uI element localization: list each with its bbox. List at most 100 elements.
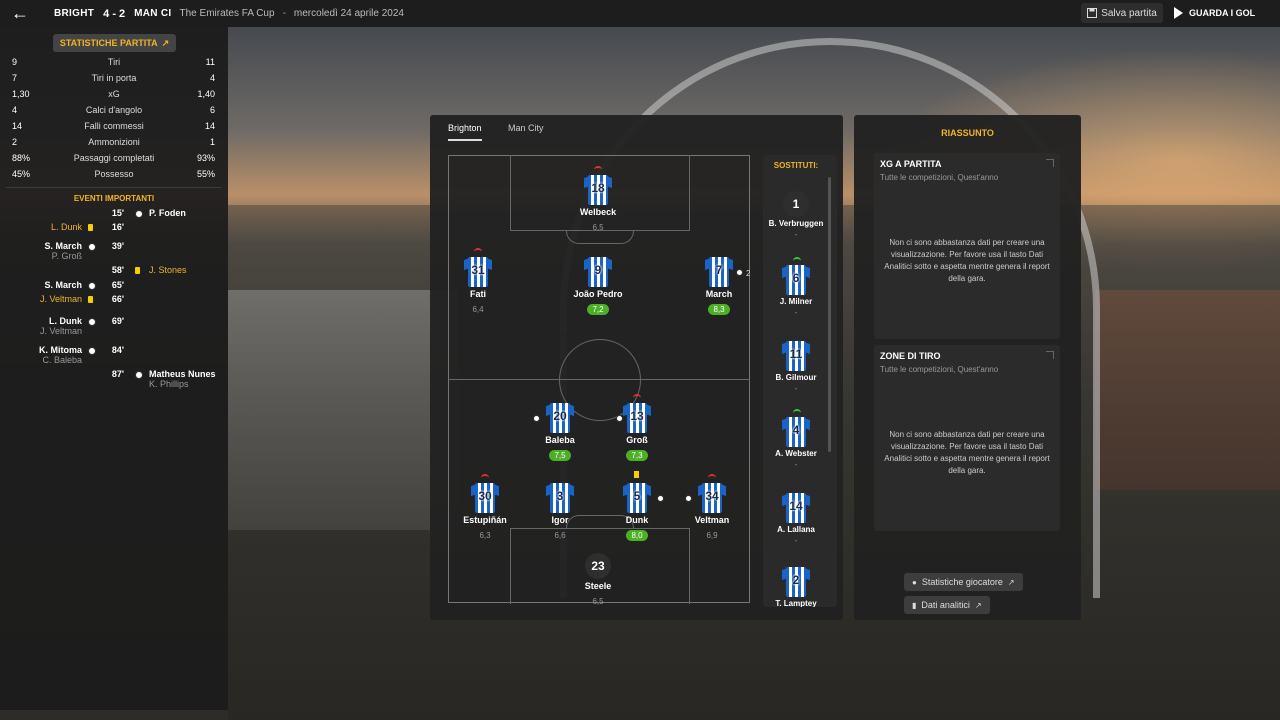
player-rating: 6,5 xyxy=(592,597,604,606)
shirt-icon: 31 xyxy=(464,257,492,287)
ball-icon xyxy=(88,318,96,326)
stat-row: 45% Possesso 55% xyxy=(0,166,228,182)
player-rating: - xyxy=(794,308,798,317)
player-name: B. Gilmour xyxy=(775,373,817,382)
player-stats-button[interactable]: ● Statistiche giocatore ↗ xyxy=(904,573,1023,591)
player-rating: 8,0 xyxy=(626,530,648,541)
person-icon: ● xyxy=(912,577,917,587)
back-button[interactable]: ← xyxy=(0,0,40,27)
watch-goals-label: GUARDA I GOL xyxy=(1189,8,1256,18)
expand-icon: ↗ xyxy=(161,37,170,48)
shirt-number: 20 xyxy=(553,409,567,423)
event-player-name: K. Mitoma xyxy=(38,345,82,355)
play-icon xyxy=(1174,7,1183,19)
ball-icon xyxy=(88,282,96,290)
yellow-card-icon xyxy=(88,296,93,303)
shirt-icon: 34 xyxy=(698,483,726,513)
event-minute: 65' xyxy=(111,280,124,290)
stat-label: Tiri xyxy=(107,57,121,67)
goal-ball-icon xyxy=(685,495,692,502)
player-name: Steele xyxy=(584,581,612,591)
event-item: Matheus Nunes K. Phillips xyxy=(149,369,216,389)
analytics-button[interactable]: ▮ Dati analitici ↗ xyxy=(904,596,990,614)
shirt-icon: 14 xyxy=(782,493,810,523)
player-baleba[interactable]: 20 Baleba 7,5 xyxy=(525,403,595,463)
player-name: Welbeck xyxy=(579,207,617,217)
player-rating: 7,3 xyxy=(626,450,648,461)
player-veltman[interactable]: 34 Veltman 6,9 xyxy=(677,474,747,543)
away-stat-value: 1,40 xyxy=(197,89,215,99)
player-dunk[interactable]: 5 Dunk 8,0 xyxy=(602,471,672,543)
match-score: 4 - 2 xyxy=(103,7,126,20)
player-name: Groß xyxy=(626,435,648,445)
event-minute: 69' xyxy=(111,316,124,326)
player-rating: 6,6 xyxy=(554,531,566,540)
yellow-card-icon xyxy=(135,267,140,274)
save-match-button[interactable]: Salva partita xyxy=(1081,3,1163,23)
substitutes-title: SOSTITUTI: xyxy=(773,161,819,170)
stat-row: 1,30 xG 1,40 xyxy=(0,86,228,102)
substitute-bgilmour[interactable]: 11 B. Gilmour - xyxy=(763,341,829,393)
stat-row: 88% Passaggi completati 93% xyxy=(0,150,228,166)
event-player-name: L. Dunk xyxy=(50,222,82,232)
xg-card: XG A PARTITA Tutte le competizioni, Ques… xyxy=(874,153,1060,339)
shirt-icon: 6 xyxy=(782,265,810,295)
player-igor[interactable]: 3 Igor 6,6 xyxy=(525,483,595,543)
player-welbeck[interactable]: 18 Welbeck 6,5 xyxy=(563,166,633,235)
event-minute: 87' xyxy=(111,369,124,379)
player-fati[interactable]: 31 Fati 6,4 xyxy=(443,248,513,317)
shirt-number: 18 xyxy=(591,181,605,195)
player-estupin[interactable]: 30 Estupiñán 6,3 xyxy=(450,474,520,543)
player-name: Veltman xyxy=(694,515,730,525)
title-separator: - xyxy=(282,8,286,19)
shirt-icon: 7 xyxy=(705,257,733,287)
shirt-icon: 3 xyxy=(546,483,574,513)
event-player-name: Matheus Nunes xyxy=(149,369,216,379)
shirt-icon: 9 xyxy=(584,257,612,287)
shirt-icon: 4 xyxy=(782,417,810,447)
substitute-alallana[interactable]: 14 A. Lallana - xyxy=(763,493,829,545)
player-name: João Pedro xyxy=(573,289,623,299)
event-minute: 39' xyxy=(111,241,124,251)
watch-goals-button[interactable]: GUARDA I GOL xyxy=(1170,3,1280,23)
player-march[interactable]: 7 March 8,3 2 xyxy=(684,257,754,317)
substituted-on-icon xyxy=(793,257,801,261)
shirt-number: 4 xyxy=(792,423,800,437)
shirt-icon: 11 xyxy=(782,341,810,371)
player-name: March xyxy=(705,289,733,299)
goal-count: 2 xyxy=(746,269,751,278)
tab-brighton[interactable]: Brighton xyxy=(448,123,482,141)
shirt-number: 5 xyxy=(633,489,641,503)
top-bar: ← BRIGHT 4 - 2 MAN CI The Emirates FA Cu… xyxy=(0,0,1280,27)
tab-man-city[interactable]: Man City xyxy=(508,123,544,141)
player-gro[interactable]: 13 Groß 7,3 xyxy=(602,394,672,463)
stat-label: Falli commessi xyxy=(84,121,144,131)
event-player-name: S. March xyxy=(44,241,82,251)
substitute-bverbruggen[interactable]: 1 B. Verbruggen - xyxy=(763,191,829,239)
shirt-number: 3 xyxy=(556,489,564,503)
event-player-name: J. Veltman xyxy=(39,294,82,304)
player-name: Fati xyxy=(469,289,486,299)
shot-zones-card-title: ZONE DI TIRO xyxy=(880,351,941,361)
event-minute: 15' xyxy=(111,208,124,218)
xg-card-subtitle: Tutte le competizioni, Quest'anno xyxy=(880,173,999,182)
shirt-icon: 18 xyxy=(584,175,612,205)
stat-label: Passaggi completati xyxy=(73,153,155,163)
player-steele[interactable]: 23 Steele 6,5 xyxy=(563,553,633,609)
expand-icon[interactable] xyxy=(1046,159,1054,167)
shirt-number: 6 xyxy=(792,271,800,285)
key-events-title: EVENTI IMPORTANTI xyxy=(73,194,155,203)
substitute-jmilner[interactable]: 6 J. Milner - xyxy=(763,257,829,317)
substitute-tlamptey[interactable]: 2 T. Lamptey xyxy=(763,567,829,607)
player-rating: 8,3 xyxy=(708,304,730,315)
shirt-number: 9 xyxy=(594,263,602,277)
expand-icon: ↗ xyxy=(1007,577,1015,587)
shirt-icon: 5 xyxy=(623,483,651,513)
match-stats-button[interactable]: STATISTICHE PARTITA ↗ xyxy=(53,34,176,52)
expand-icon[interactable] xyxy=(1046,351,1054,359)
expand-icon: ↗ xyxy=(974,600,982,610)
player-joopedro[interactable]: 9 João Pedro 7,2 xyxy=(563,257,633,317)
substitute-awebster[interactable]: 4 A. Webster - xyxy=(763,409,829,469)
shirt-number: 11 xyxy=(789,347,803,361)
event-item: S. March xyxy=(44,280,82,294)
